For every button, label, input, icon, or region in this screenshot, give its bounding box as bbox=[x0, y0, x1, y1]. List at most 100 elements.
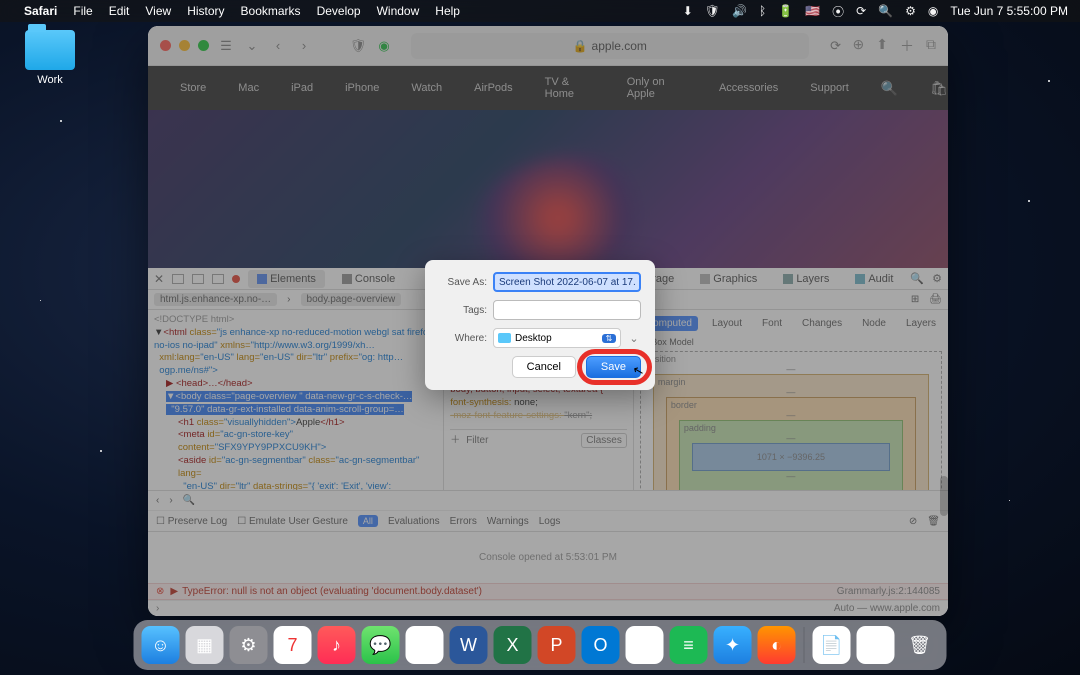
dock-trash[interactable]: 🗑 bbox=[901, 626, 939, 664]
window-zoom-button[interactable] bbox=[198, 40, 209, 51]
new-tab-icon[interactable]: ＋ bbox=[900, 36, 914, 56]
address-bar[interactable]: 🔒 apple.com bbox=[411, 33, 809, 59]
control-center-icon[interactable]: ⚙ bbox=[905, 4, 916, 18]
nav-airpods[interactable]: AirPods bbox=[474, 82, 513, 94]
reload-icon[interactable]: ⟳ bbox=[827, 38, 845, 54]
dock-word[interactable]: W bbox=[450, 626, 488, 664]
nav-bag-icon[interactable]: 🛍 bbox=[930, 80, 948, 97]
dock-doc[interactable]: 📄 bbox=[813, 626, 851, 664]
ct-changes[interactable]: Changes bbox=[796, 316, 848, 331]
menu-view[interactable]: View bbox=[145, 4, 171, 18]
tabs-icon[interactable]: ⧉ bbox=[926, 36, 936, 56]
auto-context[interactable]: Auto — www.apple.com bbox=[834, 603, 940, 614]
classes-toggle[interactable]: Classes bbox=[581, 433, 627, 449]
ct-layers[interactable]: Layers bbox=[900, 316, 942, 331]
dock-chrome[interactable]: ◉ bbox=[406, 626, 444, 664]
dock-slack[interactable]: ✱ bbox=[626, 626, 664, 664]
dock-safari[interactable]: ✦ bbox=[714, 626, 752, 664]
filter-logs[interactable]: Logs bbox=[539, 516, 561, 527]
dom-tree-panel[interactable]: <!DOCTYPE html> ▼<html class="js enhance… bbox=[148, 310, 444, 490]
desktop-folder-work[interactable]: Work bbox=[20, 30, 80, 86]
selected-dom-node[interactable]: ▼<body class="page-overview " data-new-g… bbox=[166, 391, 412, 415]
dock-messages[interactable]: 💬 bbox=[362, 626, 400, 664]
dock-powerpoint[interactable]: P bbox=[538, 626, 576, 664]
menu-bookmarks[interactable]: Bookmarks bbox=[241, 4, 301, 18]
dropbox-icon[interactable]: ⬇ bbox=[683, 4, 693, 18]
nav-accessories[interactable]: Accessories bbox=[719, 82, 778, 94]
crumb-html[interactable]: html.js.enhance-xp.no-… bbox=[154, 293, 277, 306]
menu-develop[interactable]: Develop bbox=[317, 4, 361, 18]
nav-search-icon[interactable]: 🔍 bbox=[881, 80, 898, 97]
nav-only[interactable]: Only on Apple bbox=[627, 76, 687, 100]
ct-layout[interactable]: Layout bbox=[706, 316, 748, 331]
menu-history[interactable]: History bbox=[187, 4, 224, 18]
ct-font[interactable]: Font bbox=[756, 316, 788, 331]
menu-help[interactable]: Help bbox=[435, 4, 460, 18]
menu-file[interactable]: File bbox=[73, 4, 92, 18]
crumb-body[interactable]: body.page-overview bbox=[301, 293, 402, 306]
nav-iphone[interactable]: iPhone bbox=[345, 82, 379, 94]
wifi-icon[interactable]: ⦿ bbox=[832, 3, 844, 20]
siri-icon[interactable]: ◉ bbox=[928, 4, 938, 18]
input-source-icon[interactable]: 🇺🇸 bbox=[805, 4, 820, 18]
filter-all[interactable]: All bbox=[358, 515, 378, 527]
clear-console-icon[interactable]: ⊘ bbox=[909, 516, 917, 527]
dock-firefox[interactable]: ◐ bbox=[758, 626, 796, 664]
nav-support[interactable]: Support bbox=[810, 82, 849, 94]
add-rule-icon[interactable]: ＋ bbox=[450, 434, 460, 448]
emulate-gesture-checkbox[interactable]: Emulate User Gesture bbox=[249, 516, 348, 527]
cancel-button[interactable]: Cancel bbox=[512, 356, 576, 378]
tab-layers[interactable]: Layers bbox=[774, 270, 838, 288]
scrollbar[interactable] bbox=[940, 476, 948, 516]
nav-watch[interactable]: Watch bbox=[411, 82, 442, 94]
back-icon[interactable]: ‹ bbox=[269, 38, 287, 53]
close-inspector-icon[interactable]: ✕ bbox=[154, 272, 164, 286]
print-icon[interactable]: 🖨 bbox=[929, 294, 942, 305]
console-prompt-icon[interactable]: › bbox=[156, 603, 159, 614]
spotlight-icon[interactable]: 🔍 bbox=[878, 4, 893, 18]
menu-window[interactable]: Window bbox=[377, 4, 420, 18]
where-dropdown[interactable]: Desktop ⇅ bbox=[493, 328, 621, 348]
menubar-clock[interactable]: Tue Jun 7 5:55:00 PM bbox=[950, 4, 1068, 18]
volume-icon[interactable]: 🔊 bbox=[732, 4, 747, 18]
window-close-button[interactable] bbox=[160, 40, 171, 51]
ct-node[interactable]: Node bbox=[856, 316, 892, 331]
error-source[interactable]: Grammarly.js:2:144085 bbox=[837, 586, 940, 597]
expand-dialog-icon[interactable]: ⌄ bbox=[627, 332, 641, 345]
inspector-settings-icon[interactable]: ⚙ bbox=[932, 272, 942, 285]
dock-bottom-icon[interactable] bbox=[212, 274, 224, 284]
dock-outlook[interactable]: O bbox=[582, 626, 620, 664]
filter-errors[interactable]: Errors bbox=[450, 516, 477, 527]
nav-mac[interactable]: Mac bbox=[238, 82, 259, 94]
sidebar-toggle-icon[interactable]: ☰ bbox=[217, 38, 235, 54]
window-minimize-button[interactable] bbox=[179, 40, 190, 51]
shield-icon[interactable]: 🛡 bbox=[705, 4, 720, 18]
record-icon[interactable] bbox=[232, 275, 240, 283]
nav-tv[interactable]: TV & Home bbox=[545, 76, 595, 100]
menu-edit[interactable]: Edit bbox=[109, 4, 130, 18]
dock-launchpad[interactable]: ▦ bbox=[186, 626, 224, 664]
tab-graphics[interactable]: Graphics bbox=[691, 270, 766, 288]
dock-settings[interactable]: ⚙ bbox=[230, 626, 268, 664]
bluetooth-icon[interactable]: ᛒ bbox=[759, 4, 766, 18]
filename-input[interactable] bbox=[493, 272, 641, 292]
nav-store[interactable]: Store bbox=[180, 82, 206, 94]
chevron-down-icon[interactable]: ⌄ bbox=[243, 38, 261, 54]
tab-elements[interactable]: Elements bbox=[248, 270, 325, 288]
inspector-search-icon[interactable]: 🔍 bbox=[910, 272, 924, 285]
forward-icon[interactable]: › bbox=[295, 38, 313, 53]
grammarly-icon[interactable]: ◉ bbox=[375, 38, 393, 54]
dock-finder[interactable]: ☺ bbox=[142, 626, 180, 664]
tags-input[interactable] bbox=[493, 300, 641, 320]
dock-calendar[interactable]: 7 bbox=[274, 626, 312, 664]
dock-spotify[interactable]: ≡ bbox=[670, 626, 708, 664]
sync-icon[interactable]: ⟳ bbox=[856, 4, 866, 18]
battery-icon[interactable]: 🔋 bbox=[778, 4, 793, 18]
dock-excel[interactable]: X bbox=[494, 626, 532, 664]
device-icon[interactable] bbox=[172, 274, 184, 284]
dock-side-icon[interactable] bbox=[192, 274, 204, 284]
trash-icon[interactable]: 🗑 bbox=[927, 516, 940, 527]
dock-preview[interactable]: 🖼 bbox=[857, 626, 895, 664]
error-expand-icon[interactable]: ▶ bbox=[170, 586, 178, 597]
filter-warnings[interactable]: Warnings bbox=[487, 516, 529, 527]
